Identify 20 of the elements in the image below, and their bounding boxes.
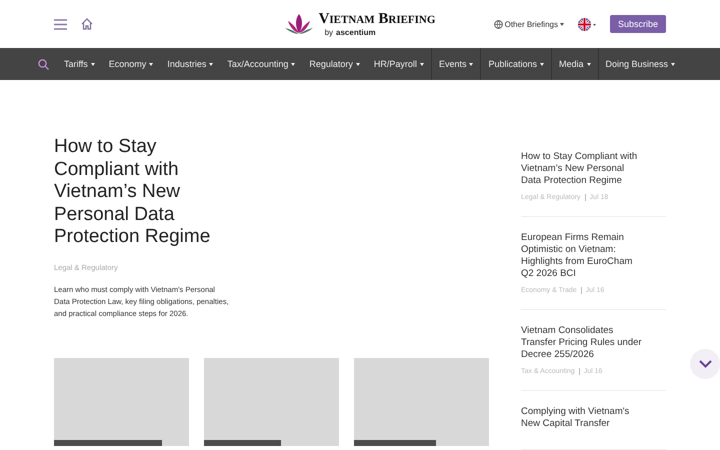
nav-item[interactable]: Media xyxy=(550,48,598,80)
other-briefings-link[interactable]: Other Briefings xyxy=(504,20,558,28)
brand-name: ascentium xyxy=(336,28,376,36)
logo-title[interactable]: Vietnam Briefing xyxy=(318,12,436,26)
nav-item[interactable]: HR/Payroll xyxy=(366,48,431,80)
nav-item[interactable]: Regulatory xyxy=(302,48,367,80)
nav-item[interactable]: Tariffs xyxy=(56,48,102,80)
subscribe-button[interactable]: Subscribe xyxy=(610,15,666,33)
nav-item[interactable]: Tax/Accounting xyxy=(220,48,302,80)
sidebar-article-title[interactable]: How to Stay Compliant with Vietnam’s New Personal Data Protection Regime xyxy=(521,151,645,187)
sidebar-article-title[interactable]: Vietnam Consolidates Transfer Pricing Rules under Decree 255/2026 xyxy=(521,325,645,361)
sidebar-article-title[interactable]: Complying with Vietnam's New Capital Transfer xyxy=(521,406,645,430)
nav-item[interactable]: Doing Business xyxy=(598,48,682,80)
nav-item[interactable]: Economy xyxy=(102,48,160,80)
nav-item[interactable]: Publications xyxy=(480,48,551,80)
article-title[interactable]: How to Stay Compliant with Vietnam’s New Personal Data Protection Regime xyxy=(54,136,244,248)
nav-item[interactable]: Events xyxy=(430,48,480,80)
logo-byline: by xyxy=(324,28,334,36)
sidebar-article-title[interactable]: European Firms Remain Optimistic on Vietnam: Highlights from EuroCham Q2 2026 BCI xyxy=(521,232,645,280)
nav-item[interactable]: Industries xyxy=(160,48,220,80)
